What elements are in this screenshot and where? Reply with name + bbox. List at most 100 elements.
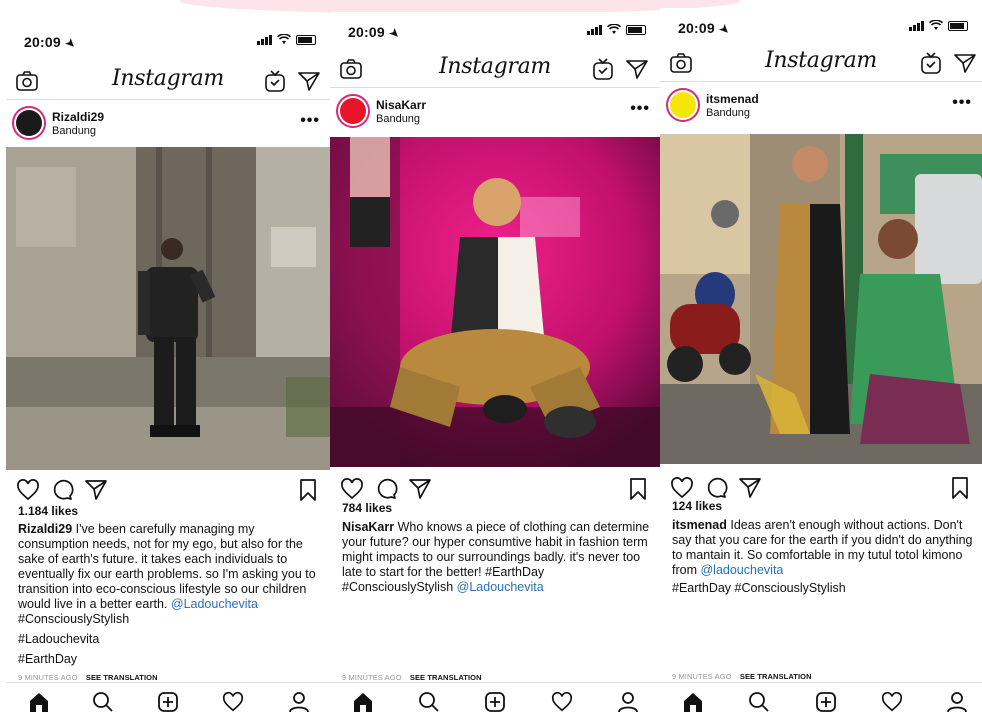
heart-icon[interactable] [16,478,40,502]
battery-icon [948,20,968,31]
post-caption: Rizaldi29 I've been carefully managing m… [18,522,322,612]
wifi-icon [277,34,291,44]
likes-count[interactable]: 124 likes [672,499,722,513]
search-icon[interactable] [90,689,116,715]
activity-icon[interactable] [220,689,246,715]
profile-icon[interactable] [615,689,641,715]
avatar[interactable] [12,106,46,140]
avatar[interactable] [336,94,370,128]
post-location[interactable]: Bandung [52,125,96,137]
igtv-icon[interactable] [590,56,616,82]
more-icon[interactable]: ••• [952,94,972,112]
add-icon[interactable] [813,689,839,715]
post-time: 9 MINUTES AGO [672,672,732,681]
app-header: Instagram [660,44,982,82]
see-translation-link[interactable]: SEE TRANSLATION [410,673,482,682]
status-bar: 20:09 ➤ [330,12,660,46]
status-time: 20:09 ➤ [678,20,732,38]
post-photo[interactable] [660,134,982,464]
status-bar: 20:09 ➤ [6,22,330,56]
status-bar: 20:09 ➤ [660,8,982,42]
caption-mention[interactable]: @Ladouchevita [457,580,544,594]
system-icons [257,34,316,45]
caption-username[interactable]: NisaKarr [342,520,394,534]
caption-mention[interactable]: @Ladouchevita [171,597,258,611]
home-icon[interactable] [350,689,376,715]
more-icon[interactable]: ••• [630,100,650,118]
profile-icon[interactable] [944,689,970,715]
post-location[interactable]: Bandung [706,107,750,119]
see-translation-link[interactable]: SEE TRANSLATION [86,673,158,682]
system-icons [909,20,968,31]
signal-icon [909,20,924,31]
bottom-tab-bar [6,682,330,718]
more-icon[interactable]: ••• [300,112,320,130]
bookmark-icon[interactable] [296,478,320,502]
bookmark-icon[interactable] [626,477,650,501]
wifi-icon [607,24,621,34]
activity-icon[interactable] [879,689,905,715]
post-username[interactable]: itsmenad [706,92,759,106]
post-photo[interactable] [330,137,660,467]
wifi-icon [929,20,943,30]
phone-screen-1: 20:09➤ Instagram Rizaldi29 Bandung ••• [6,22,330,718]
caption-username[interactable]: Rizaldi29 [18,522,72,536]
bottom-tab-bar [660,682,982,718]
post-caption: NisaKarr Who knows a piece of clothing c… [342,520,652,595]
heart-icon[interactable] [670,476,694,500]
share-icon[interactable] [408,477,432,501]
post-photo[interactable] [6,147,330,470]
status-time: 20:09 ➤ [24,34,78,52]
home-icon[interactable] [680,689,706,715]
bottom-tab-bar [330,682,660,718]
location-arrow-icon: ➤ [62,36,78,52]
share-icon[interactable] [84,478,108,502]
post-header: NisaKarr Bandung ••• [330,90,660,134]
direct-icon[interactable] [296,68,322,94]
post-meta: 9 MINUTES AGO SEE TRANSLATION [18,673,158,682]
add-icon[interactable] [155,689,181,715]
igtv-icon[interactable] [918,50,944,76]
search-icon[interactable] [746,689,772,715]
caption-hashtag[interactable]: #EarthDay #ConsciouslyStylish [672,581,846,595]
battery-icon [626,24,646,35]
home-icon[interactable] [26,689,52,715]
direct-icon[interactable] [624,56,650,82]
post-caption: itsmenad Ideas aren't enough without act… [672,518,974,578]
comment-icon[interactable] [50,478,74,502]
see-translation-link[interactable]: SEE TRANSLATION [740,672,812,681]
avatar[interactable] [666,88,700,122]
heart-icon[interactable] [340,477,364,501]
post-location[interactable]: Bandung [376,113,420,125]
post-username[interactable]: NisaKarr [376,98,426,112]
igtv-icon[interactable] [262,68,288,94]
likes-count[interactable]: 1.184 likes [18,504,78,518]
search-icon[interactable] [416,689,442,715]
caption-hashtag[interactable]: #EarthDay [18,652,77,666]
post-meta: 9 MINUTES AGO SEE TRANSLATION [342,673,482,682]
caption-hashtag[interactable]: #ConsciouslyStylish [18,612,129,626]
bookmark-icon[interactable] [948,476,972,500]
signal-icon [587,24,602,35]
post-header: itsmenad Bandung ••• [660,84,982,128]
system-icons [587,24,646,35]
location-arrow-icon: ➤ [386,26,402,42]
direct-icon[interactable] [952,50,978,76]
share-icon[interactable] [738,476,762,500]
add-icon[interactable] [482,689,508,715]
post-username[interactable]: Rizaldi29 [52,110,104,124]
comment-icon[interactable] [704,476,728,500]
post-time: 9 MINUTES AGO [18,673,78,682]
post-time: 9 MINUTES AGO [342,673,402,682]
caption-hashtag[interactable]: #Ladouchevita [18,632,99,646]
likes-count[interactable]: 784 likes [342,501,392,515]
phone-screen-3: 20:09 ➤ Instagram itsmenad Bandung ••• 1… [660,8,982,718]
post-actions [16,478,320,506]
app-header: Instagram [6,62,330,100]
profile-icon[interactable] [286,689,312,715]
comment-icon[interactable] [374,477,398,501]
activity-icon[interactable] [549,689,575,715]
caption-mention[interactable]: @ladouchevita [700,563,783,577]
app-header: Instagram [330,50,660,88]
caption-username[interactable]: itsmenad [672,518,727,532]
